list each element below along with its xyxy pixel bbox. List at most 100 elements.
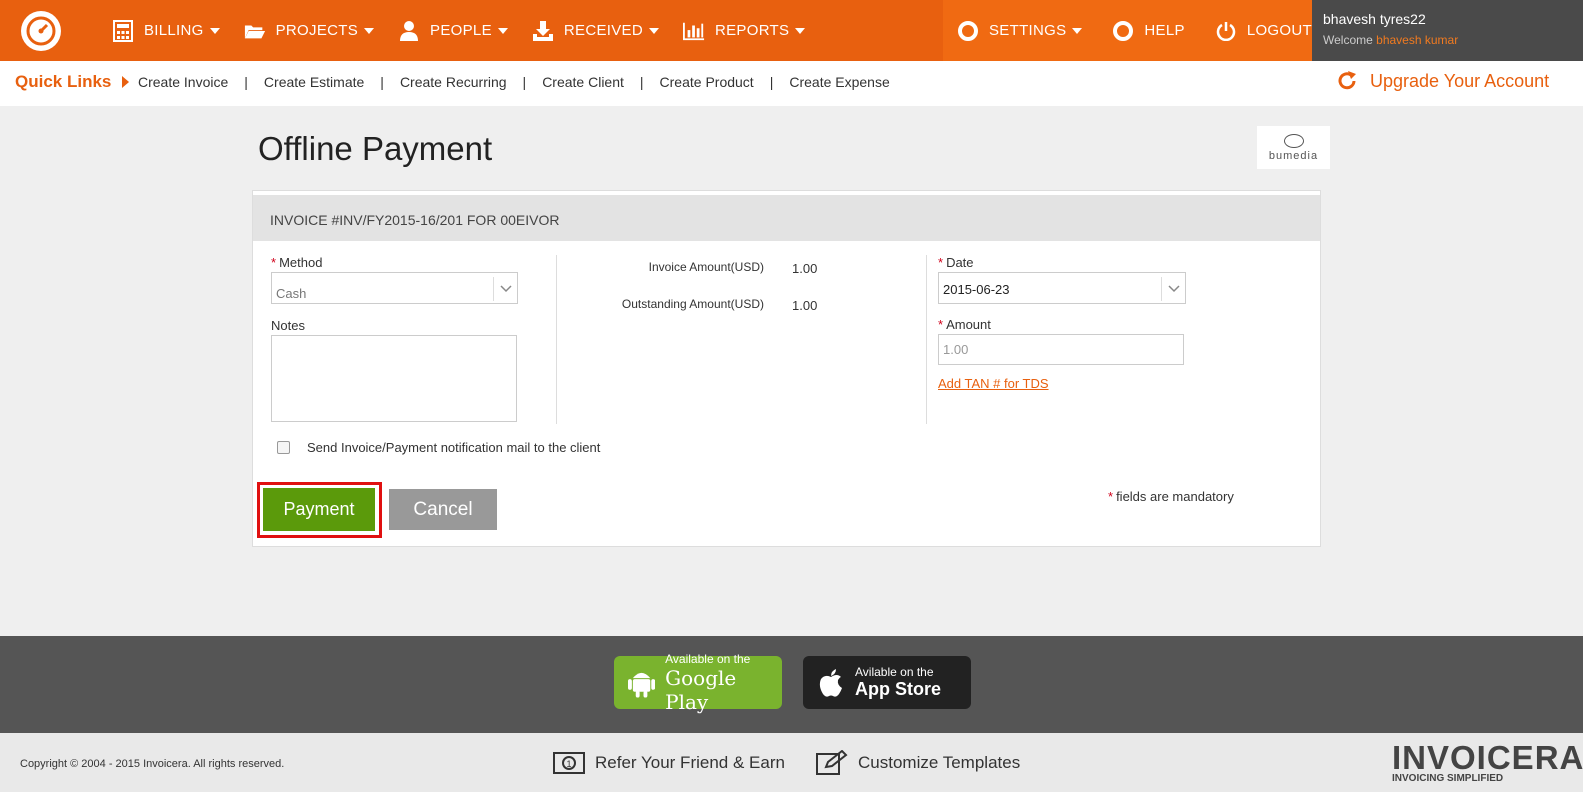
quick-links-list: Create Invoice | Create Estimate | Create …	[138, 74, 890, 90]
app-store-text: Avilable on the App Store	[855, 665, 941, 700]
notify-client-checkbox[interactable]	[277, 441, 290, 454]
nav-help-label: HELP	[1144, 22, 1185, 39]
nav-projects[interactable]: PROJECTS	[244, 20, 375, 42]
power-icon	[1215, 20, 1237, 42]
footer-apps: Available on the Google Play Avilable on …	[0, 636, 1583, 733]
welcome-user-name: bhavesh kumar	[1376, 33, 1459, 47]
welcome-text: Welcome bhavesh kumar	[1323, 33, 1583, 47]
page-title: Offline Payment	[258, 130, 493, 167]
link-separator: |	[522, 74, 527, 90]
chevron-down-icon	[648, 27, 659, 34]
date-label: * Date	[938, 255, 974, 270]
upgrade-account-label: Upgrade Your Account	[1370, 70, 1550, 91]
google-play-big: Google Play	[665, 665, 737, 714]
chevron-down-icon	[364, 27, 375, 34]
nav-reports-label: REPORTS	[714, 22, 790, 39]
required-mark: *	[938, 317, 944, 332]
company-logo: bumedia	[1257, 126, 1330, 169]
bar-chart-icon	[682, 20, 705, 42]
nav-people-label: PEOPLE	[430, 22, 492, 39]
lifebuoy-icon	[1112, 20, 1134, 42]
chevron-down-icon	[493, 277, 517, 301]
app-store-button[interactable]: Avilable on the App Store	[803, 656, 971, 709]
quick-link-create-invoice[interactable]: Create Invoice	[138, 74, 228, 90]
nav-logout[interactable]: LOGOUT	[1215, 20, 1312, 42]
method-label-text: Method	[279, 255, 323, 270]
nav-reports[interactable]: REPORTS	[682, 20, 806, 42]
refer-friend-label: Refer Your Friend & Earn	[595, 753, 785, 772]
quick-link-create-expense[interactable]: Create Expense	[789, 74, 889, 90]
cancel-button[interactable]: Cancel	[389, 489, 497, 530]
column-divider	[556, 255, 557, 424]
mandatory-note-text: fields are mandatory	[1116, 489, 1234, 504]
invoice-amount-value: 1.00	[792, 261, 818, 276]
app-store-small: Avilable on the	[855, 665, 934, 679]
top-navbar: BILLING PROJECTS PEOPLE RECEIVED REPORTS…	[0, 0, 1583, 61]
download-icon	[532, 20, 554, 42]
quick-link-create-estimate[interactable]: Create Estimate	[264, 74, 364, 90]
google-play-button[interactable]: Available on the Google Play	[614, 652, 782, 714]
link-separator: |	[639, 74, 644, 90]
link-separator: |	[769, 74, 774, 90]
notes-label: Notes	[271, 318, 305, 333]
link-separator: |	[244, 74, 248, 90]
mandatory-note: * fields are mandatory	[1108, 489, 1234, 504]
nav-billing[interactable]: BILLING	[112, 19, 220, 42]
nav-help[interactable]: HELP	[1112, 20, 1185, 42]
notes-textarea[interactable]	[271, 335, 517, 422]
required-mark: *	[1108, 489, 1114, 504]
svg-text:1: 1	[566, 759, 571, 769]
chevron-down-icon	[795, 27, 806, 34]
method-value: Cash	[276, 286, 307, 301]
nav-settings[interactable]: SETTINGS	[957, 20, 1083, 42]
lifebuoy-icon	[957, 20, 979, 42]
nav-people[interactable]: PEOPLE	[398, 20, 508, 42]
arrow-right-icon	[122, 76, 130, 88]
nav-received-label: RECEIVED	[563, 22, 643, 39]
chevron-down-icon	[1072, 27, 1083, 34]
calculator-icon	[112, 19, 134, 42]
nav-received[interactable]: RECEIVED	[532, 20, 659, 42]
payment-button[interactable]: Payment	[263, 488, 375, 531]
quick-links-label: Quick Links	[15, 72, 112, 91]
add-tan-link[interactable]: Add TAN # for TDS	[938, 376, 1049, 391]
outstanding-amount-label: Outstanding Amount(USD)	[621, 297, 764, 311]
notify-client-label: Send Invoice/Payment notification mail t…	[307, 440, 601, 455]
chevron-down-icon	[497, 27, 508, 34]
logo-mark-icon	[1283, 133, 1304, 148]
refresh-icon	[1338, 71, 1356, 90]
outstanding-amount-value: 1.00	[792, 298, 818, 313]
nav-logout-label: LOGOUT	[1246, 22, 1312, 39]
google-play-text: Available on the Google Play	[665, 652, 782, 714]
amount-input[interactable]: 1.00	[938, 334, 1184, 365]
quick-links-title: Quick Links	[15, 72, 130, 92]
nav-right-group: SETTINGS HELP LOGOUT	[943, 0, 1312, 61]
dashboard-logo-icon[interactable]	[21, 11, 61, 51]
amount-placeholder: 1.00	[943, 342, 969, 357]
quick-link-create-client[interactable]: Create Client	[542, 74, 624, 90]
amount-label: * Amount	[938, 317, 991, 332]
date-picker[interactable]: 2015-06-23	[938, 272, 1186, 304]
person-icon	[398, 20, 420, 42]
quick-link-create-recurring[interactable]: Create Recurring	[400, 74, 507, 90]
user-box[interactable]: bhavesh tyres22 Welcome bhavesh kumar	[1312, 0, 1583, 61]
folder-icon	[244, 20, 266, 42]
footer-bottom: Copyright © 2004 - 2015 Invoicera. All r…	[0, 733, 1583, 792]
copyright-text: Copyright © 2004 - 2015 Invoicera. All r…	[20, 758, 285, 770]
customize-templates-link[interactable]: Customize Templates	[816, 750, 1020, 776]
invoice-header: INVOICE #INV/FY2015-16/201 FOR 00EIVOR	[253, 195, 1320, 241]
nav-billing-label: BILLING	[144, 22, 204, 39]
chevron-down-icon	[1161, 277, 1185, 301]
amount-label-text: Amount	[946, 317, 991, 332]
quick-link-create-product[interactable]: Create Product	[660, 74, 754, 90]
money-icon: 1	[553, 752, 585, 774]
customize-templates-label: Customize Templates	[858, 753, 1021, 772]
invoicera-brand: INVOICERA	[1392, 739, 1583, 776]
upgrade-account-link[interactable]: Upgrade Your Account	[1336, 70, 1549, 92]
link-separator: |	[380, 74, 384, 90]
column-divider	[926, 255, 927, 424]
apple-icon	[819, 668, 842, 697]
refer-friend-link[interactable]: 1 Refer Your Friend & Earn	[553, 750, 785, 776]
method-select[interactable]: Cash	[271, 272, 518, 304]
chevron-down-icon	[209, 27, 220, 34]
